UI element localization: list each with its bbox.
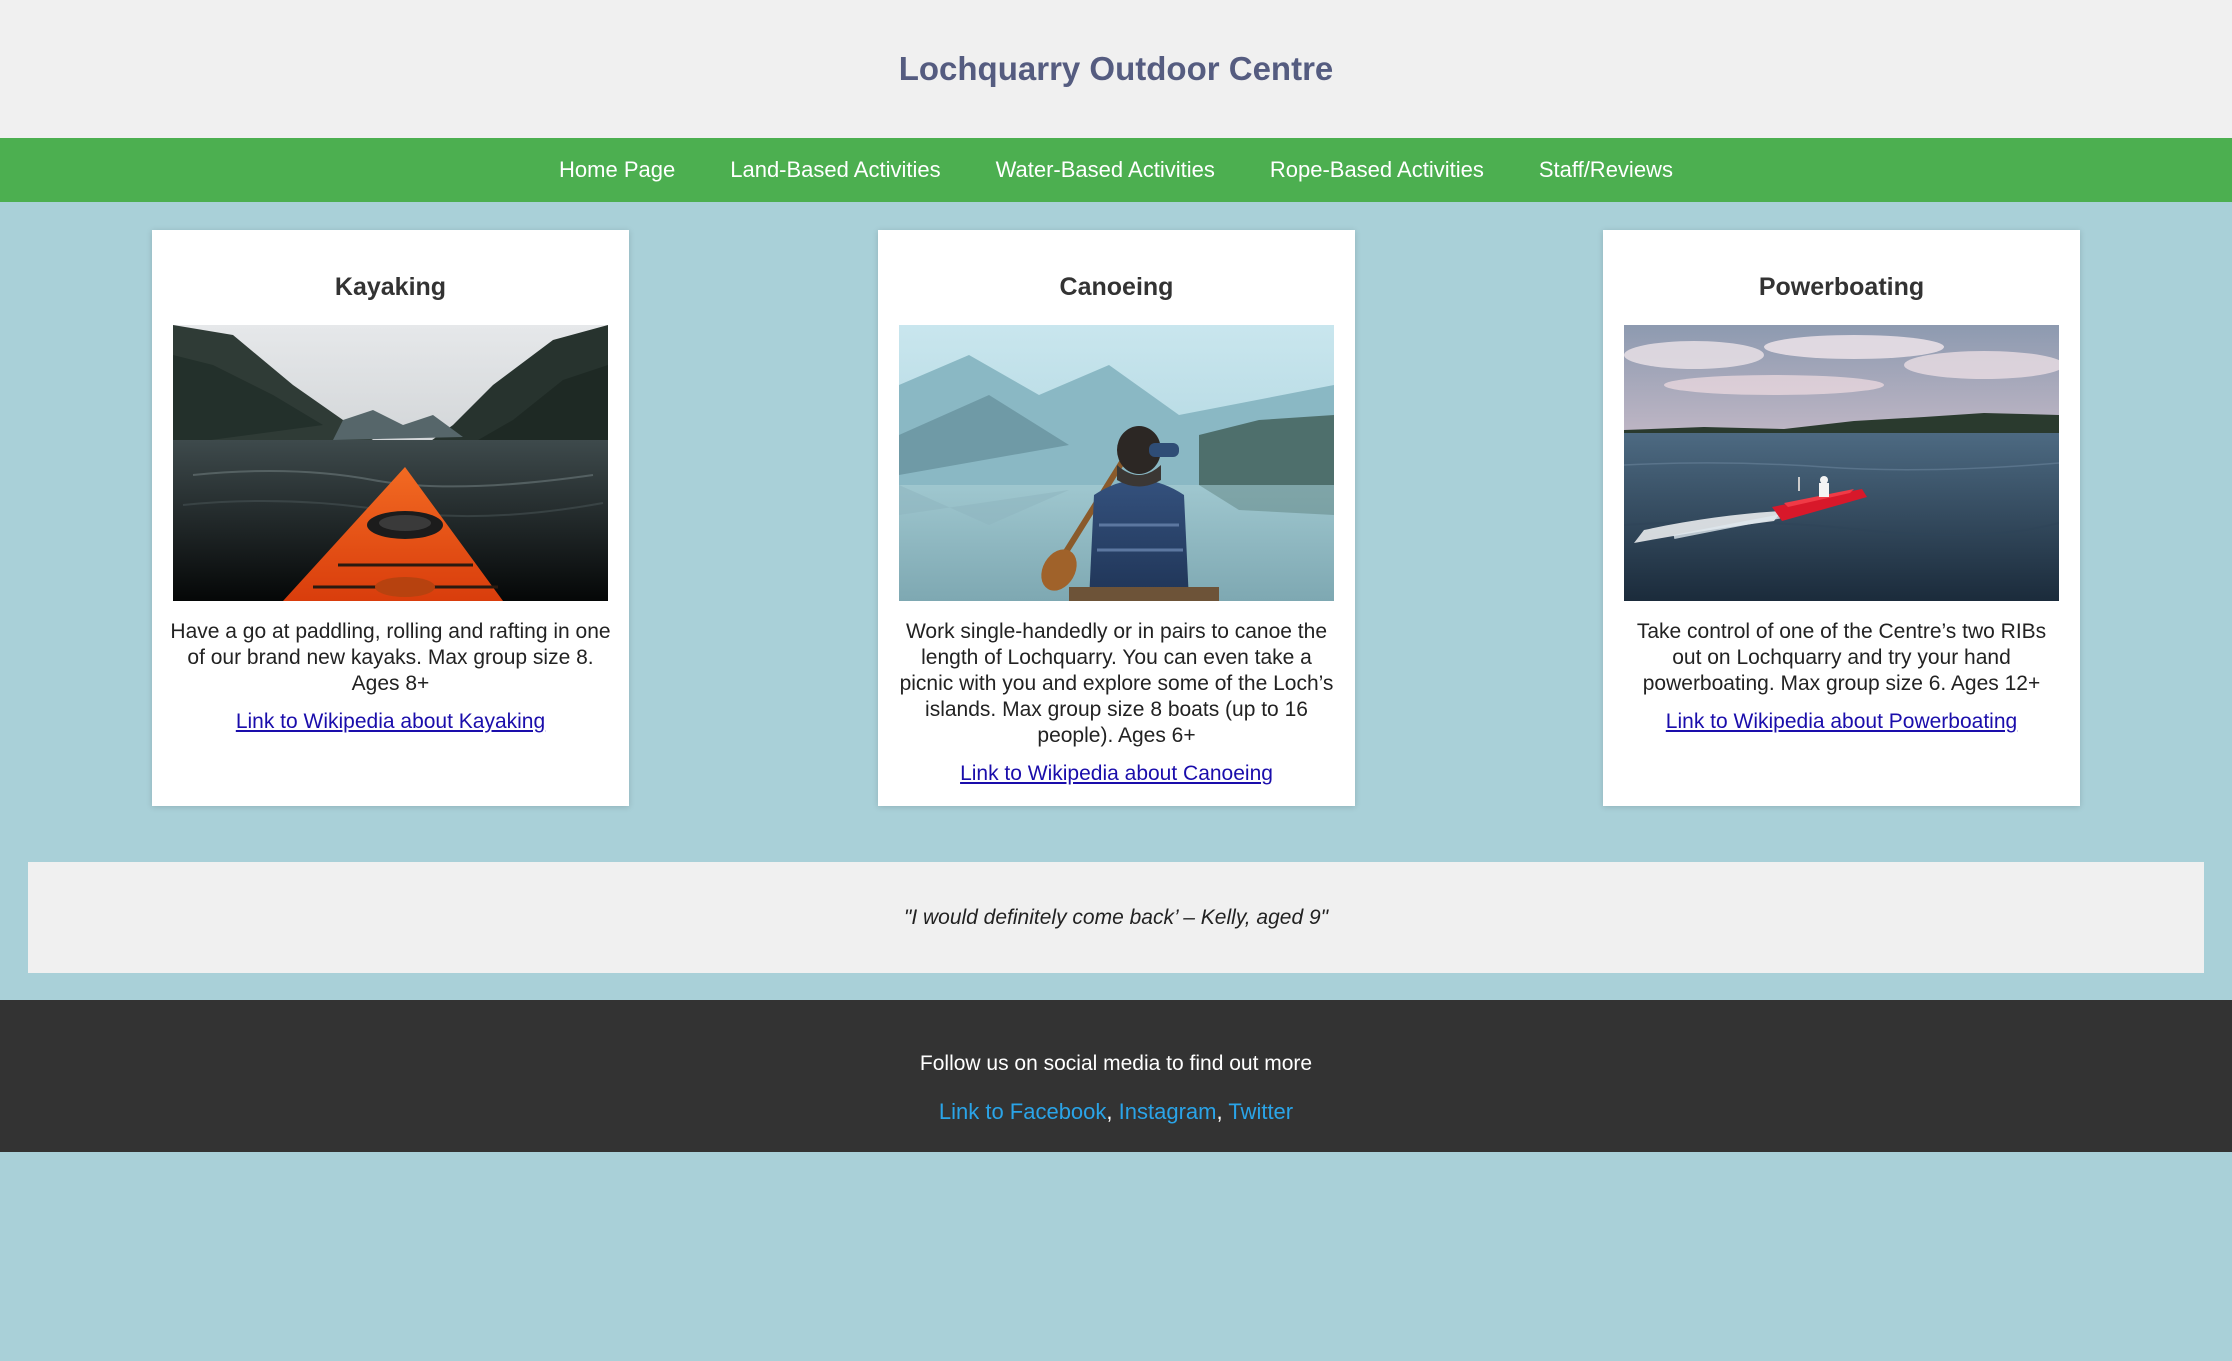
instagram-link[interactable]: Instagram — [1119, 1099, 1217, 1124]
facebook-link[interactable]: Link to Facebook — [939, 1099, 1107, 1124]
canoe-photo — [899, 325, 1334, 601]
card-title: Canoeing — [1059, 273, 1174, 301]
twitter-link[interactable]: Twitter — [1228, 1099, 1293, 1124]
canoeing-card: Canoeing Work single-handedly or in pair… — [878, 230, 1355, 806]
nav-land-based-activities[interactable]: Land-Based Activities — [703, 157, 968, 183]
powerboat-photo — [1624, 325, 2059, 601]
link-separator: , — [1106, 1099, 1113, 1124]
site-footer: Follow us on social media to find out mo… — [0, 1000, 2232, 1152]
card-title: Powerboating — [1758, 273, 1925, 301]
activity-cards: Kayaking Have a go at paddling, rolling … — [0, 202, 2232, 862]
card-description: Take control of one of the Centre’s two … — [1636, 620, 2047, 695]
nav-rope-based-activities[interactable]: Rope-Based Activities — [1242, 157, 1511, 183]
powerboating-card: Powerboating Take control of one of the … — [1603, 230, 2080, 806]
main-nav: Home Page Land-Based Activities Water-Ba… — [0, 138, 2232, 202]
card-title: Kayaking — [334, 273, 447, 301]
card-description: Work single-handedly or in pairs to cano… — [899, 620, 1334, 747]
card-description: Have a go at paddling, rolling and rafti… — [170, 620, 611, 695]
site-title: Lochquarry Outdoor Centre — [898, 50, 1334, 87]
nav-home-page[interactable]: Home Page — [532, 157, 703, 183]
social-links: Link to Facebook, Instagram, Twitter — [0, 1099, 2232, 1125]
canoeing-wikipedia-link[interactable]: Link to Wikipedia about Canoeing — [960, 762, 1273, 786]
powerboating-wikipedia-link[interactable]: Link to Wikipedia about Powerboating — [1666, 710, 2017, 734]
nav-staff-reviews[interactable]: Staff/Reviews — [1511, 157, 1700, 183]
kayak-photo — [173, 325, 608, 601]
kayaking-wikipedia-link[interactable]: Link to Wikipedia about Kayaking — [236, 710, 545, 734]
site-header: Lochquarry Outdoor Centre — [0, 0, 2232, 138]
kayaking-card: Kayaking Have a go at paddling, rolling … — [152, 230, 629, 806]
testimonial-quote: "I would definitely come back’ – Kelly, … — [903, 905, 1329, 929]
link-separator: , — [1216, 1099, 1223, 1124]
footer-text: Follow us on social media to find out mo… — [919, 1052, 1313, 1075]
testimonial-banner: "I would definitely come back’ – Kelly, … — [28, 862, 2204, 973]
nav-water-based-activities[interactable]: Water-Based Activities — [968, 157, 1242, 183]
